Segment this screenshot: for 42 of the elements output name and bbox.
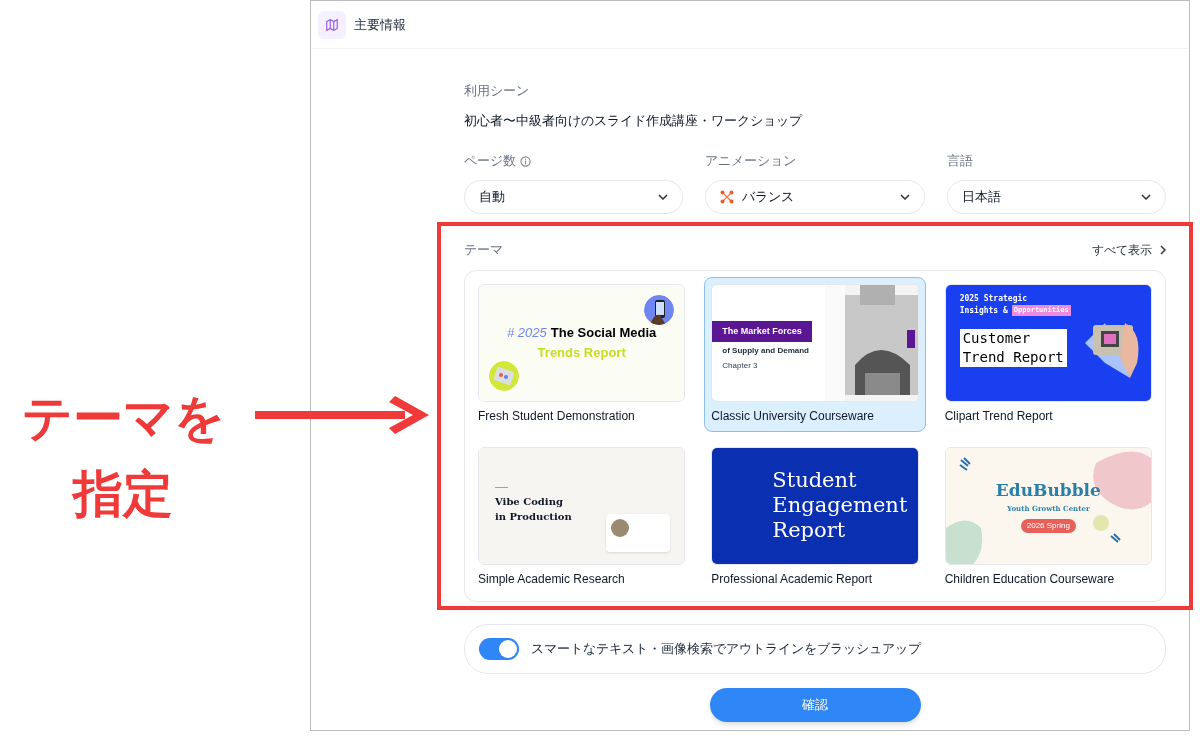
slide-title: EduBubble <box>995 479 1101 502</box>
date-tag: 2026 Spring <box>1020 519 1076 533</box>
accent-line <box>495 487 508 488</box>
info-icon <box>520 155 531 167</box>
slide-subtitle: Trends Report <box>537 343 626 362</box>
slide-title: The Social Media <box>550 324 657 342</box>
chevron-right-icon <box>1160 244 1166 255</box>
nodes-icon <box>720 190 735 204</box>
theme-name: Fresh Student Demonstration <box>478 407 635 425</box>
theme-name: Children Education Courseware <box>944 570 1115 588</box>
slide-tag: # 2025 <box>507 323 547 343</box>
theme-name: Simple Academic Research <box>478 570 625 588</box>
option-label: スマートなテキスト・画像検索でアウトラインをブラッシュアップ <box>531 639 921 658</box>
show-all-link[interactable]: すべて表示 <box>1092 240 1166 259</box>
slide-text: Chapter 3 <box>721 360 759 373</box>
theme-name: Classic University Courseware <box>711 407 875 425</box>
field-label: ページ数 <box>464 152 516 171</box>
theme-name: Professional Academic Report <box>711 570 873 588</box>
slide-title: Customer Trend Report <box>959 328 1067 367</box>
slide-title: Vibe Coding in Production <box>495 495 572 524</box>
slide-title: The Market Forces <box>712 320 812 343</box>
slide-text: Insights & <box>959 304 1008 317</box>
field-label: 言語 <box>946 152 973 171</box>
confirm-button[interactable]: 確認 <box>709 687 921 722</box>
slide-subtitle: of Supply and Demand <box>721 345 810 358</box>
usage-text: 初心者〜中級者向けのスライド作成講座・ワークショップ <box>464 111 802 130</box>
annotation-text: 指定 <box>73 465 173 524</box>
toggle-switch[interactable] <box>479 637 519 660</box>
chevron-down-icon <box>1141 194 1151 200</box>
map-icon <box>318 10 346 39</box>
chevron-down-icon <box>658 194 669 200</box>
theme-name: Clipart Trend Report <box>944 407 1053 425</box>
theme-card[interactable]: The Market Forces of Supply and Demand Chapter 3 Classic University Courseware <box>704 276 926 432</box>
field-label: 利用シーン <box>464 82 529 100</box>
chevron-down-icon <box>899 194 910 200</box>
section-label: テーマ <box>464 241 503 259</box>
header-title: 主要情報 <box>354 15 406 34</box>
profile-card-drawing <box>606 513 671 552</box>
slide-title: Student Engagement Report <box>772 468 908 543</box>
field-label: アニメーション <box>705 152 797 171</box>
annotation-text: テーマを <box>21 389 225 448</box>
slide-text: 2025 Strategic <box>959 292 1028 305</box>
